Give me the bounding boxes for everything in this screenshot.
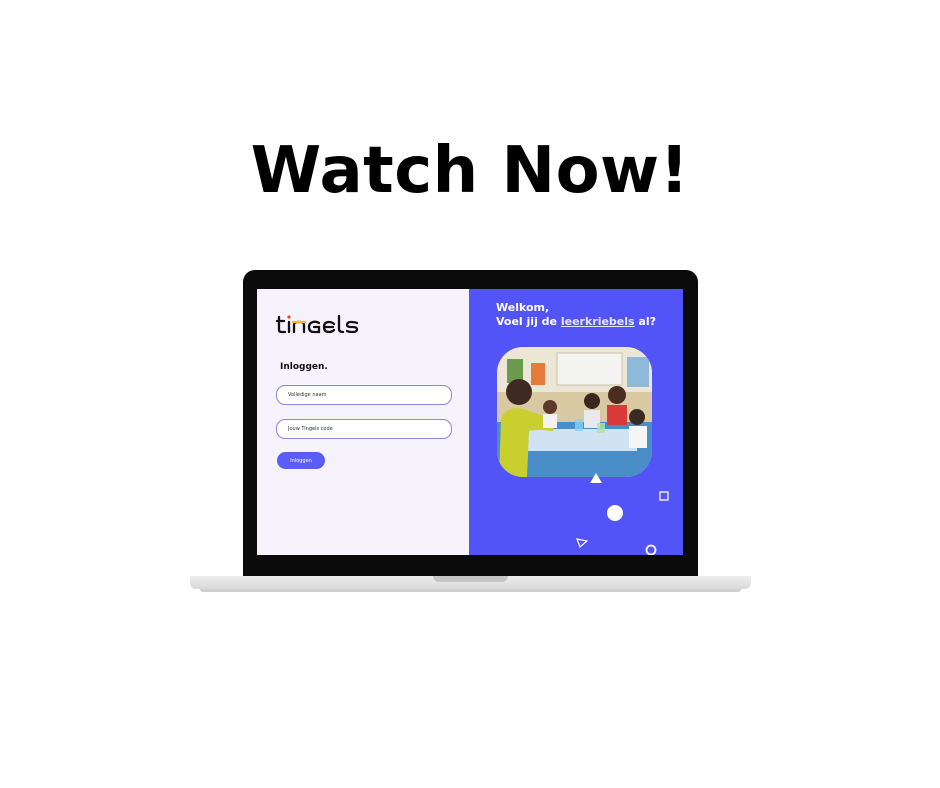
login-panel: Inloggen. Inloggen: [257, 289, 469, 555]
welcome-heading: Welkom, Voel jij de leerkriebels al?: [496, 301, 656, 329]
welcome-panel: Welkom, Voel jij de leerkriebels al?: [469, 289, 683, 555]
tingels-code-input[interactable]: [276, 419, 452, 439]
tingels-logo: [275, 313, 376, 339]
circle-icon: [607, 505, 623, 521]
welcome-line-1: Welkom,: [496, 301, 550, 314]
welcome-line-2-suffix: al?: [634, 315, 656, 328]
leerkriebels-highlight: leerkriebels: [560, 315, 635, 328]
triangle-icon: [590, 473, 602, 483]
full-name-input[interactable]: [276, 385, 452, 405]
laptop-screen: Inloggen. Inloggen Welkom, Voel jij de l…: [257, 289, 683, 555]
laptop-notch: [433, 576, 508, 582]
triangle-outline-icon: [576, 538, 588, 549]
classroom-photo: [497, 347, 652, 477]
welcome-line-2-prefix: Voel jij de: [496, 315, 561, 328]
welcome-line-2: Voel jij de leerkriebels al?: [496, 315, 656, 329]
tingels-logo-icon: [275, 314, 359, 334]
login-title: Inloggen.: [280, 362, 328, 372]
classroom-illustration: [497, 347, 652, 477]
login-button[interactable]: Inloggen: [277, 452, 325, 469]
laptop-base-shadow: [200, 589, 741, 592]
watch-now-headline: Watch Now!: [250, 134, 690, 208]
ring-icon: [645, 544, 657, 555]
square-icon: [659, 491, 669, 501]
